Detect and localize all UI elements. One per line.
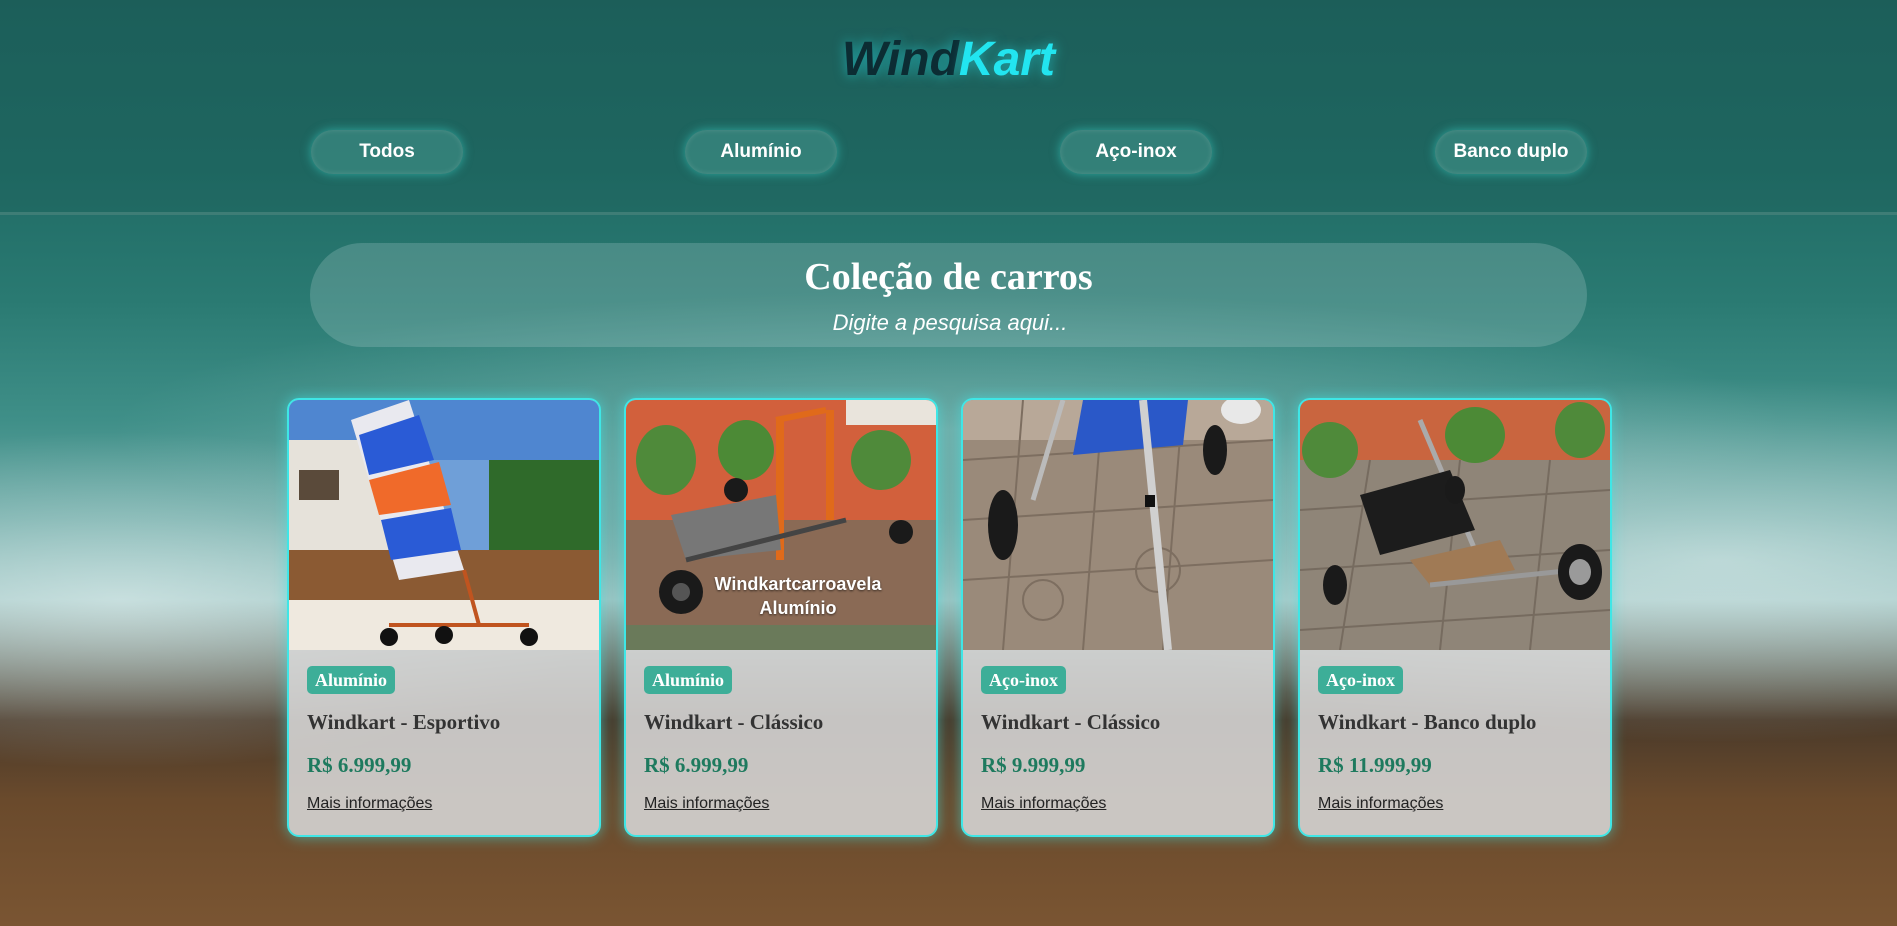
product-name: Windkart - Clássico bbox=[981, 710, 1161, 734]
site-logo[interactable]: WindKart bbox=[0, 32, 1897, 87]
filter-button-banco-duplo[interactable]: Banco duplo bbox=[1435, 130, 1587, 174]
product-name: Windkart - Clássico bbox=[644, 710, 824, 734]
product-price: R$ 9.999,99 bbox=[981, 753, 1086, 777]
filter-button-todos[interactable]: Todos bbox=[311, 130, 463, 174]
image-caption: Windkartcarroavela Alumínio bbox=[714, 574, 882, 618]
more-info-link[interactable]: Mais informações bbox=[307, 795, 432, 813]
product-image-windkart-classico-aco-inox[interactable] bbox=[963, 400, 1273, 650]
search-panel: Coleção de carros bbox=[310, 243, 1587, 347]
logo-wind-text: Wind bbox=[842, 33, 959, 86]
category-badge: Alumínio bbox=[644, 666, 733, 694]
product-name: Windkart - Banco duplo bbox=[1318, 710, 1537, 734]
more-info-link[interactable]: Mais informações bbox=[981, 795, 1106, 813]
more-info-link[interactable]: Mais informações bbox=[1318, 795, 1443, 813]
product-card: Aço-inox Windkart - Clássico R$ 9.999,99… bbox=[961, 398, 1275, 837]
product-name: Windkart - Esportivo bbox=[307, 710, 501, 734]
product-card: Alumínio Windkart - Esportivo R$ 6.999,9… bbox=[287, 398, 601, 837]
product-price: R$ 6.999,99 bbox=[307, 753, 412, 777]
category-badge: Alumínio bbox=[307, 666, 396, 694]
category-badge: Aço-inox bbox=[1318, 666, 1403, 694]
collection-title: Coleção de carros bbox=[804, 256, 1093, 298]
product-price: R$ 11.999,99 bbox=[1318, 753, 1432, 777]
product-image-windkart-esportivo[interactable] bbox=[289, 400, 599, 650]
product-card: Windkartcarroavela Alumínio Alumínio Wind… bbox=[624, 398, 938, 837]
logo-kart-text: Kart bbox=[958, 33, 1055, 86]
product-price: R$ 6.999,99 bbox=[644, 753, 749, 777]
site-header: WindKart Todos Alumínio Aço-inox Banco d… bbox=[0, 0, 1897, 215]
category-badge: Aço-inox bbox=[981, 666, 1066, 694]
search-input[interactable] bbox=[648, 307, 1252, 339]
filter-button-aco-inox[interactable]: Aço-inox bbox=[1060, 130, 1212, 174]
more-info-link[interactable]: Mais informações bbox=[644, 795, 769, 813]
product-image-windkart-banco-duplo[interactable] bbox=[1300, 400, 1610, 650]
product-card: Aço-inox Windkart - Banco duplo R$ 11.99… bbox=[1298, 398, 1612, 837]
filter-button-aluminio[interactable]: Alumínio bbox=[685, 130, 837, 174]
product-image-windkart-classico-aluminio[interactable]: Windkartcarroavela Alumínio bbox=[626, 400, 936, 650]
